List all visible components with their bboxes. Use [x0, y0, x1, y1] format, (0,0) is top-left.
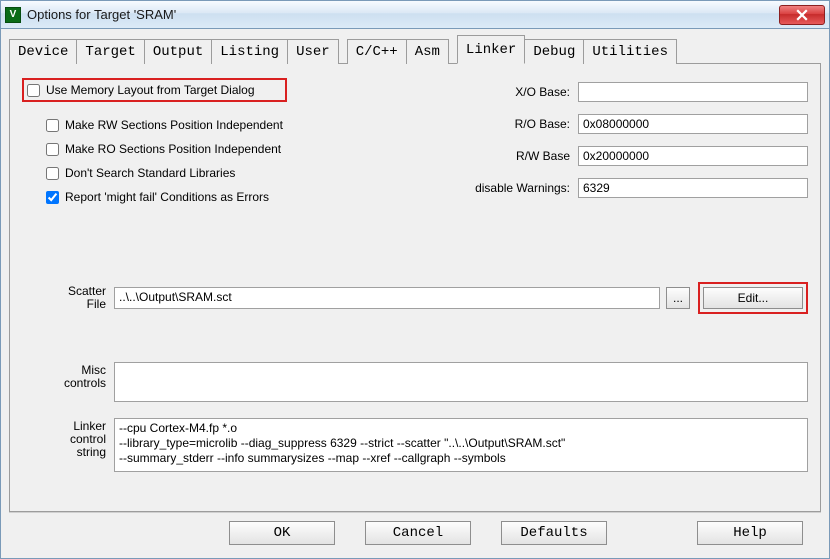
tabstrip: Device Target Output Listing User C/C++ …: [9, 35, 821, 64]
xo-base-label: X/O Base:: [452, 85, 578, 99]
tab-ccpp[interactable]: C/C++: [347, 39, 407, 64]
make-ro-checkbox[interactable]: [46, 143, 59, 156]
tab-linker[interactable]: Linker: [457, 35, 525, 64]
make-rw-label: Make RW Sections Position Independent: [65, 118, 283, 132]
tab-output[interactable]: Output: [145, 39, 212, 64]
tab-asm[interactable]: Asm: [407, 39, 449, 64]
tab-user[interactable]: User: [288, 39, 339, 64]
report-might-fail-checkbox[interactable]: [46, 191, 59, 204]
dialog-button-bar: OK Cancel Defaults Help: [9, 512, 821, 552]
scatter-file-label: Scatter File: [22, 285, 114, 311]
ok-button[interactable]: OK: [229, 521, 335, 545]
ro-base-input[interactable]: [578, 114, 808, 134]
scatter-edit-button[interactable]: Edit...: [703, 287, 803, 309]
misc-controls-textarea[interactable]: [114, 362, 808, 402]
use-memory-layout-label: Use Memory Layout from Target Dialog: [46, 83, 255, 97]
tab-listing[interactable]: Listing: [212, 39, 288, 64]
highlight-memory-layout: Use Memory Layout from Target Dialog: [22, 78, 287, 102]
disable-warnings-label: disable Warnings:: [452, 181, 578, 195]
tab-device[interactable]: Device: [9, 39, 77, 64]
rw-base-input[interactable]: [578, 146, 808, 166]
tab-target[interactable]: Target: [77, 39, 144, 64]
linker-control-string-label: Linker control string: [22, 418, 114, 472]
linker-panel: Use Memory Layout from Target Dialog Mak…: [9, 63, 821, 512]
no-stdlib-checkbox[interactable]: [46, 167, 59, 180]
close-button[interactable]: [779, 5, 825, 25]
scatter-browse-button[interactable]: ...: [666, 287, 690, 309]
cancel-button[interactable]: Cancel: [365, 521, 471, 545]
ro-base-label: R/O Base:: [452, 117, 578, 131]
help-button[interactable]: Help: [697, 521, 803, 545]
report-might-fail-label: Report 'might fail' Conditions as Errors: [65, 190, 269, 204]
tab-utilities[interactable]: Utilities: [584, 39, 677, 64]
no-stdlib-label: Don't Search Standard Libraries: [65, 166, 235, 180]
tab-debug[interactable]: Debug: [525, 39, 584, 64]
defaults-button[interactable]: Defaults: [501, 521, 607, 545]
make-ro-label: Make RO Sections Position Independent: [65, 142, 281, 156]
rw-base-label: R/W Base: [452, 149, 578, 163]
titlebar: V Options for Target 'SRAM': [1, 1, 829, 29]
close-icon: [796, 9, 808, 21]
highlight-edit: Edit...: [698, 282, 808, 314]
use-memory-layout-checkbox[interactable]: [27, 84, 40, 97]
app-icon: V: [5, 7, 21, 23]
disable-warnings-input[interactable]: [578, 178, 808, 198]
scatter-file-input[interactable]: ..\..\Output\SRAM.sct: [114, 287, 660, 309]
window-title: Options for Target 'SRAM': [27, 7, 779, 22]
make-rw-checkbox[interactable]: [46, 119, 59, 132]
options-dialog: V Options for Target 'SRAM' Device Targe…: [0, 0, 830, 559]
xo-base-input[interactable]: [578, 82, 808, 102]
misc-controls-label: Misc controls: [22, 362, 114, 402]
linker-control-string-textarea[interactable]: --cpu Cortex-M4.fp *.o --library_type=mi…: [114, 418, 808, 472]
